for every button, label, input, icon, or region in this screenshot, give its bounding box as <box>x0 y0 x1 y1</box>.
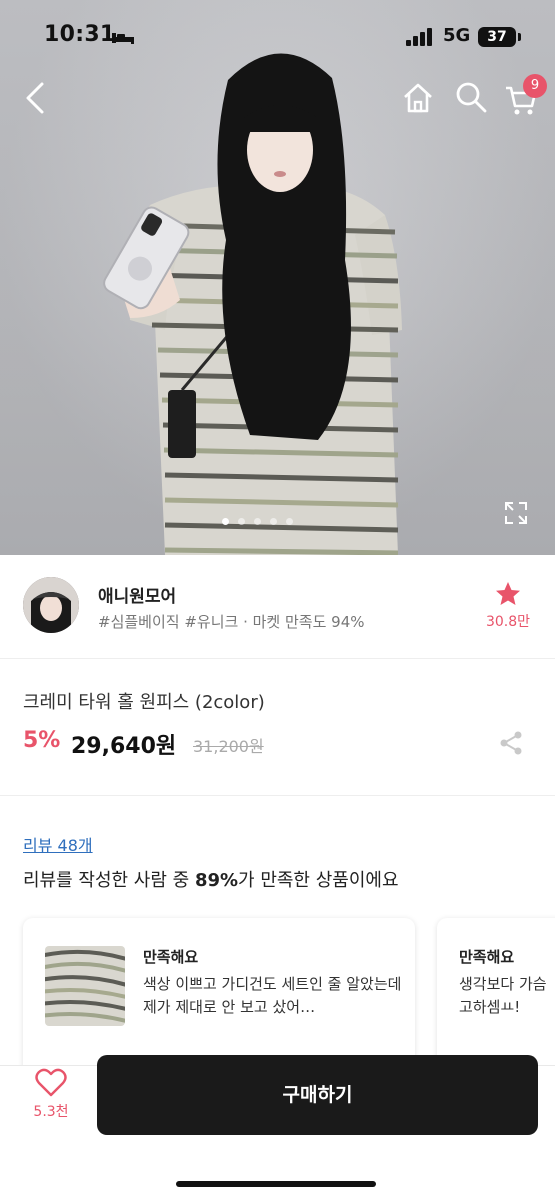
review-summary: 리뷰를 작성한 사람 중 89%가 만족한 상품이에요 <box>23 866 399 892</box>
signal-icon <box>406 28 432 46</box>
review-photo[interactable] <box>45 946 125 1026</box>
page-dot[interactable] <box>254 518 261 525</box>
status-bar: 10:31 5G 37 <box>0 0 555 70</box>
seller-name[interactable]: 애니원모어 <box>98 582 176 607</box>
search-icon[interactable] <box>454 80 488 114</box>
battery-tip <box>518 33 521 41</box>
original-price: 31,200원 <box>193 737 264 756</box>
favorite-count: 30.8만 <box>485 614 531 630</box>
home-icon[interactable] <box>400 80 436 116</box>
battery-icon: 37 <box>478 27 516 47</box>
status-time: 10:31 <box>44 22 116 47</box>
summary-prefix: 리뷰를 작성한 사람 중 <box>23 870 195 891</box>
page-dot[interactable] <box>238 518 245 525</box>
review-text: 생각보다 가슴 고하셈ㅛ! <box>459 975 547 1016</box>
cart-badge: 9 <box>523 74 547 98</box>
expand-icon[interactable] <box>503 500 529 526</box>
discount-rate: 5% <box>23 728 61 753</box>
home-indicator <box>176 1181 376 1187</box>
product-name: 크레미 타워 홀 원피스 (2color) <box>23 692 265 713</box>
sleep-focus-icon <box>112 33 134 44</box>
star-icon[interactable] <box>495 581 521 607</box>
share-icon[interactable] <box>498 730 524 756</box>
page-dot[interactable] <box>286 518 293 525</box>
heart-icon[interactable] <box>35 1068 67 1098</box>
buy-button[interactable]: 구매하기 <box>97 1055 538 1135</box>
product-image[interactable]: 10:31 5G 37 9 <box>0 0 555 555</box>
avatar[interactable] <box>23 577 79 633</box>
network-type: 5G <box>443 25 471 46</box>
review-text: 색상 이쁘고 가디건도 세트인 줄 알았는데 제가 제대로 안 보고 샀어… <box>143 975 402 1016</box>
product-info: 크레미 타워 홀 원피스 (2color) 5% 29,640원 31,200원 <box>0 660 555 796</box>
seller-section[interactable]: 애니원모어 #심플베이직 #유니크 · 마켓 만족도 94% 30.8만 <box>0 555 555 659</box>
page-dot[interactable] <box>270 518 277 525</box>
review-rating: 만족해요 <box>143 948 199 966</box>
like-count: 5.3천 <box>33 1104 69 1120</box>
back-arrow-icon[interactable] <box>18 78 52 118</box>
review-card[interactable]: 만족해요 생각보다 가슴 고하셈ㅛ! <box>437 918 555 1078</box>
review-card[interactable]: 만족해요 색상 이쁘고 가디건도 세트인 줄 알았는데 제가 제대로 안 보고 … <box>23 918 415 1078</box>
summary-percent: 89% <box>194 870 239 891</box>
page-dot[interactable] <box>222 518 229 525</box>
review-count-link[interactable]: 리뷰 48개 <box>23 832 93 856</box>
seller-tags: #심플베이직 #유니크 · 마켓 만족도 94% <box>98 613 365 631</box>
summary-suffix: 가 만족한 상품이에요 <box>238 870 399 891</box>
sale-price: 29,640원 <box>71 734 177 759</box>
review-rating: 만족해요 <box>459 948 515 966</box>
gallery-pagination <box>222 518 293 525</box>
